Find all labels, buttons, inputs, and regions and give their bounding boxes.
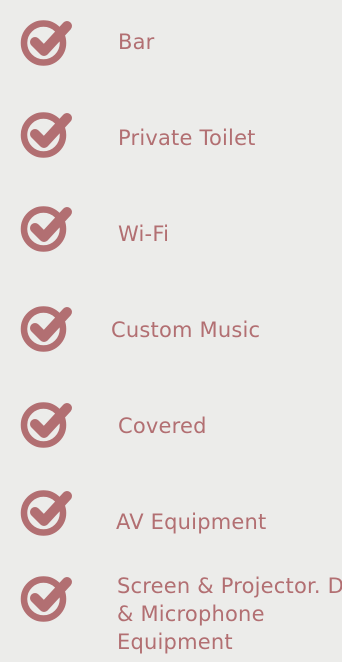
check-circle-icon bbox=[20, 202, 78, 254]
amenity-label: Custom Music bbox=[111, 318, 261, 342]
amenity-label: Wi-Fi bbox=[118, 222, 170, 246]
amenity-label: Covered bbox=[118, 414, 207, 438]
amenity-label: Screen & Projector. DJ & Microphone Equi… bbox=[117, 574, 342, 654]
amenity-item-av-equipment: AV Equipment bbox=[0, 486, 342, 538]
amenity-label: AV Equipment bbox=[116, 510, 267, 534]
check-circle-icon bbox=[20, 302, 78, 354]
amenity-item-covered: Covered bbox=[0, 398, 342, 450]
check-circle-icon bbox=[20, 486, 78, 538]
amenity-label: Bar bbox=[118, 30, 155, 54]
check-circle-icon bbox=[20, 108, 78, 160]
amenity-item-private-toilet: Private Toilet bbox=[0, 108, 342, 160]
amenity-item-bar: Bar bbox=[0, 16, 342, 68]
amenity-label: Private Toilet bbox=[118, 126, 256, 150]
check-circle-icon bbox=[20, 572, 78, 624]
amenity-item-wifi: Wi-Fi bbox=[0, 202, 342, 254]
amenity-item-custom-music: Custom Music bbox=[0, 302, 342, 354]
check-circle-icon bbox=[20, 398, 78, 450]
amenity-item-screen-projector: Screen & Projector. DJ & Microphone Equi… bbox=[0, 572, 342, 662]
check-circle-icon bbox=[20, 16, 78, 68]
